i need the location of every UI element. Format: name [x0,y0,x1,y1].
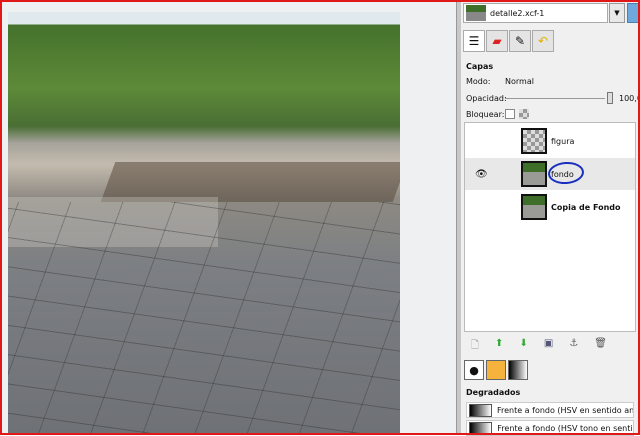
pattern-tab-icon[interactable] [486,360,506,380]
image-canvas[interactable] [0,0,456,435]
shadow-region [100,162,400,202]
brush-tab-icon[interactable]: ● [464,360,484,380]
raise-layer-icon[interactable]: ⬆ [495,338,503,355]
image-name: detalle2.xcf-1 [490,8,545,18]
opacity-slider-handle[interactable] [607,92,613,104]
delete-layer-icon[interactable]: 🗑 [594,338,607,355]
opacity-value[interactable]: 100,0 [619,94,640,103]
layer-row[interactable]: Copia de Fondo [465,191,635,223]
layer-name[interactable]: figura [551,137,574,146]
layer-thumbnail [521,194,547,220]
layer-row[interactable]: figura [465,125,635,157]
layer-buttons: 🗋 ⬆ ⬇ ▣ ⚓ 🗑 [471,338,607,355]
layer-name[interactable]: Copia de Fondo [551,203,621,212]
undo-history-tab-icon[interactable]: ↶ [532,30,554,52]
gradient-swatch [469,421,493,435]
layer-thumbnail [521,161,547,187]
gradient-name: Frente a fondo (HSV tono en sentido h [497,423,633,433]
gradient-item[interactable]: Frente a fondo (HSV en sentido antihor [466,402,634,418]
opacity-label: Opacidad: [466,94,507,103]
dock-tabs: ☰ ▰ ✎ ↶ [463,30,554,52]
gradient-swatch [469,403,492,417]
layers-tab-icon[interactable]: ☰ [463,30,485,52]
channels-tab-icon[interactable]: ▰ [486,30,508,52]
new-layer-icon[interactable]: 🗋 [471,338,479,355]
gradient-tab-icon[interactable] [508,360,528,380]
lock-label: Bloquear: [466,110,505,119]
lock-alpha-icon[interactable] [519,109,529,119]
auto-button[interactable] [627,3,640,23]
opacity-slider[interactable] [505,98,605,99]
photo-image[interactable] [8,12,400,435]
mode-label: Modo: [466,77,491,86]
gradients-title: Degradados [466,388,521,397]
paths-tab-icon[interactable]: ✎ [509,30,531,52]
pavement-pattern [8,202,400,435]
gradient-dock-tabs: ● [464,360,528,380]
layers-list: figura 👁 fondo Copia de Fondo [464,122,636,332]
annotation-circle [547,160,585,186]
gradient-item[interactable]: Frente a fondo (HSV tono en sentido h [466,420,634,436]
image-selector[interactable]: detalle2.xcf-1 [463,3,608,23]
layer-thumbnail [521,128,547,154]
panel-title: Capas [466,62,494,71]
anchor-icon[interactable]: ⚓ [569,338,578,355]
image-thumbnail [466,5,486,21]
duplicate-layer-icon[interactable]: ▣ [544,338,553,355]
lock-pixels-checkbox[interactable] [505,109,515,119]
dock-panel: detalle2.xcf-1 ▼ ☰ ▰ ✎ ↶ Capas Modo: Nor… [461,0,640,436]
gradient-name: Frente a fondo (HSV en sentido antihor [496,405,633,415]
eye-icon[interactable]: 👁 [475,169,488,180]
lower-layer-icon[interactable]: ⬇ [519,338,527,355]
chevron-down-icon[interactable]: ▼ [609,3,625,23]
mode-select[interactable]: Normal [505,77,534,86]
layer-row[interactable]: 👁 fondo [465,158,635,190]
